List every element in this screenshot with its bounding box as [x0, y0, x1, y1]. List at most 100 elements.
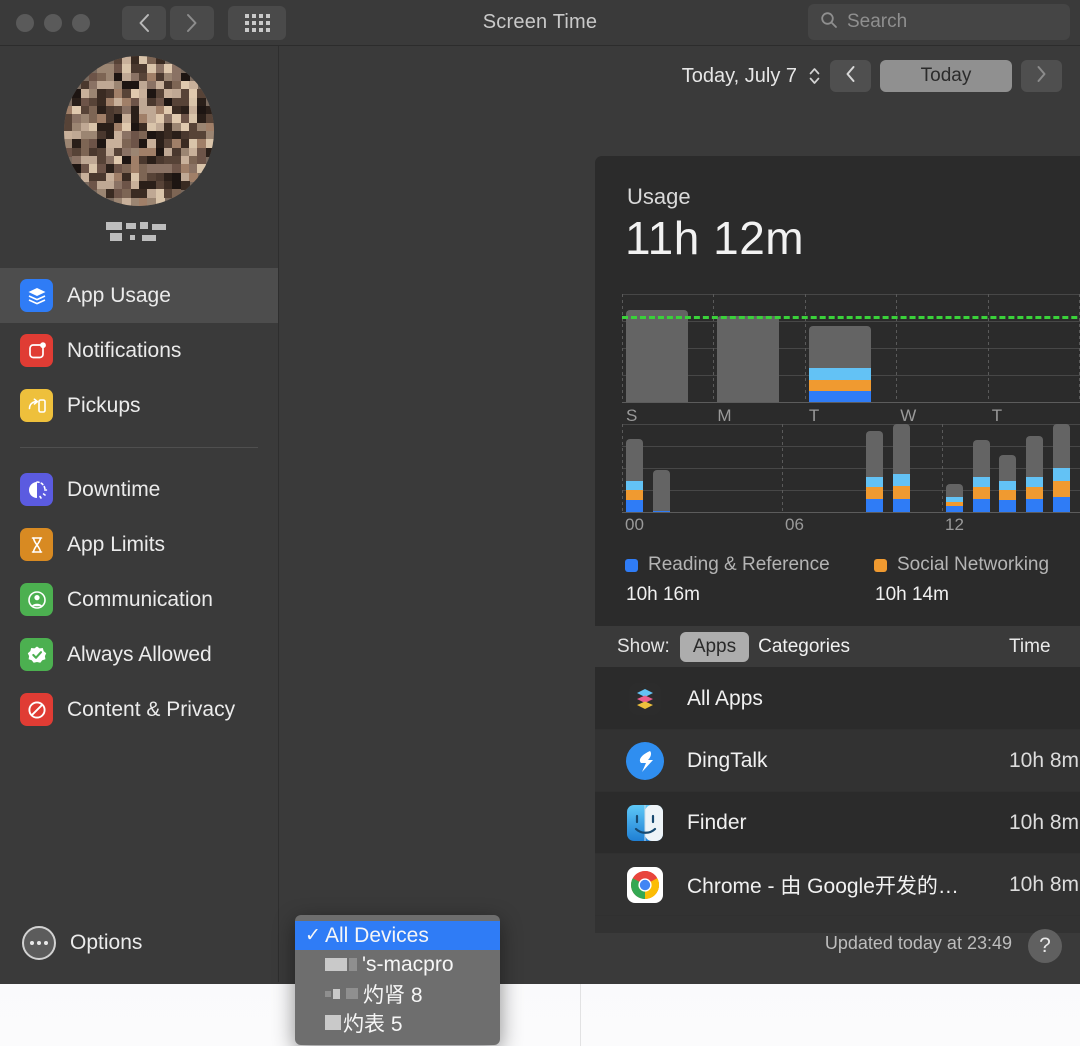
weekly-bar[interactable]: [808, 326, 871, 402]
grid-line: [804, 294, 806, 402]
date-stepper[interactable]: [808, 65, 821, 87]
help-button[interactable]: ?: [1028, 929, 1062, 963]
bar-segment: [999, 490, 1017, 501]
sidebar-item-app-usage[interactable]: App Usage: [0, 268, 278, 323]
no-entry-icon: [20, 693, 53, 726]
ellipsis-circle-icon: [22, 926, 56, 960]
bar-segment: [866, 476, 883, 488]
checkmark-icon: ✓: [305, 925, 321, 946]
hourly-bar[interactable]: [626, 438, 643, 512]
x-tick-label: 06: [785, 515, 804, 534]
column-header-time: Time: [1009, 635, 1051, 657]
hourly-bar[interactable]: [866, 431, 883, 512]
app-usage-list[interactable]: All Apps DingTalk 10h 8m Finder 10h 8m Chrome…: [595, 668, 1080, 933]
search-input[interactable]: Search: [808, 4, 1070, 40]
app-time: 10h 8m: [1009, 872, 1080, 896]
search-placeholder: Search: [847, 11, 908, 32]
date-navigation: Today, July 7 Today: [682, 60, 1062, 92]
sidebar-item-notifications[interactable]: Notifications: [0, 323, 278, 378]
hourly-bar[interactable]: [972, 440, 990, 512]
sidebar-nav: App Usage Notifications Pickups Downtime…: [0, 268, 278, 737]
sidebar-item-app-limits[interactable]: App Limits: [0, 517, 278, 572]
bar-segment: [946, 484, 963, 498]
device-menu-item[interactable]: 's-macpro: [295, 950, 500, 979]
sidebar-item-always-allowed[interactable]: Always Allowed: [0, 627, 278, 682]
bar-segment: [626, 481, 643, 491]
today-button[interactable]: Today: [880, 60, 1012, 92]
hourglass-icon: [20, 528, 53, 561]
sidebar-item-label: App Usage: [67, 283, 171, 307]
grid-line: [713, 294, 715, 402]
show-label: Show:: [617, 635, 670, 657]
grid-line: [622, 424, 1080, 425]
sidebar-item-content-privacy[interactable]: Content & Privacy: [0, 682, 278, 737]
app-list-row[interactable]: Finder 10h 8m: [595, 792, 1080, 854]
legend-swatch: [625, 558, 638, 572]
x-tick-label: T: [991, 406, 1003, 425]
x-tick-label: T: [808, 406, 820, 425]
sidebar-item-downtime[interactable]: Downtime: [0, 462, 278, 517]
bar-segment: [808, 391, 871, 402]
screen-time-window: Screen Time Search App Usage Notificatio…: [0, 0, 1080, 982]
legend-entry: Reading & Reference 10h 16m: [625, 554, 830, 606]
hourly-bar[interactable]: [892, 424, 910, 512]
previous-day-button[interactable]: [830, 60, 871, 92]
bar-segment: [999, 454, 1017, 482]
legend-swatch: [874, 558, 887, 572]
x-tick-label: M: [717, 406, 732, 425]
average-line: [622, 315, 1080, 319]
downtime-icon: [20, 473, 53, 506]
chrome-icon: [625, 865, 665, 905]
grid-line: [782, 424, 783, 512]
bar-segment: [972, 440, 990, 477]
app-name: All Apps: [687, 686, 763, 710]
date-label: Today, July 7: [681, 64, 797, 87]
device-menu-label: All Devices: [325, 923, 429, 947]
sidebar-item-communication[interactable]: Communication: [0, 572, 278, 627]
chevron-right-icon: [1036, 65, 1047, 88]
app-list-row[interactable]: All Apps: [595, 668, 1080, 730]
usage-charts-section: Usage 11h 12m SMTWTFS 08h16h 00061218 03…: [595, 156, 1080, 626]
grid-line: [622, 424, 623, 512]
sidebar-item-pickups[interactable]: Pickups: [0, 378, 278, 433]
app-list-row[interactable]: Chrome - 由 Google开发的… 10h 8m: [595, 854, 1080, 916]
grid-line: [622, 512, 1080, 513]
bar-segment: [946, 506, 963, 512]
x-tick-label: W: [900, 406, 917, 425]
app-list-row-partial[interactable]: [595, 916, 1080, 933]
bar-segment: [652, 469, 670, 511]
app-time: 10h 8m: [1009, 810, 1080, 834]
bar-segment: [1052, 424, 1070, 469]
device-menu-label: 灼肾 8: [325, 979, 423, 1009]
weekly-bar[interactable]: [626, 309, 688, 402]
hourly-bar[interactable]: [652, 469, 670, 512]
app-list-row[interactable]: DingTalk 10h 8m: [595, 730, 1080, 792]
device-menu-item[interactable]: 灼肾 8: [295, 979, 500, 1008]
device-dropdown-menu[interactable]: ✓ All Devices 's-macpro 灼肾 8 灼表 5: [295, 915, 500, 1045]
notification-icon: [20, 334, 53, 367]
window-toolbar: Screen Time Search: [0, 0, 1080, 46]
person-icon: [20, 583, 53, 616]
device-menu-item[interactable]: ✓ All Devices: [295, 921, 500, 950]
all-apps-icon: [625, 679, 665, 719]
hourly-bar[interactable]: [999, 454, 1017, 512]
tab-apps[interactable]: Apps: [679, 631, 750, 662]
hourly-bar[interactable]: [1026, 435, 1043, 512]
bar-segment: [1026, 498, 1043, 512]
sidebar-item-label: Pickups: [67, 393, 141, 417]
avatar: [64, 56, 214, 206]
bar-segment: [1052, 481, 1070, 498]
hourly-bar[interactable]: [1052, 424, 1070, 512]
bar-segment: [999, 481, 1017, 491]
app-name: Finder: [687, 810, 747, 834]
tab-categories[interactable]: Categories: [758, 636, 850, 658]
bar-segment: [972, 498, 990, 512]
hourly-bar[interactable]: [946, 484, 963, 512]
x-tick-label: 00: [625, 515, 644, 534]
weekly-bar[interactable]: [717, 315, 780, 402]
next-day-button[interactable]: [1021, 60, 1062, 92]
account-section: [0, 46, 278, 248]
options-button[interactable]: Options: [0, 926, 142, 960]
layers-icon: [20, 279, 53, 312]
device-menu-item[interactable]: 灼表 5: [295, 1008, 500, 1037]
